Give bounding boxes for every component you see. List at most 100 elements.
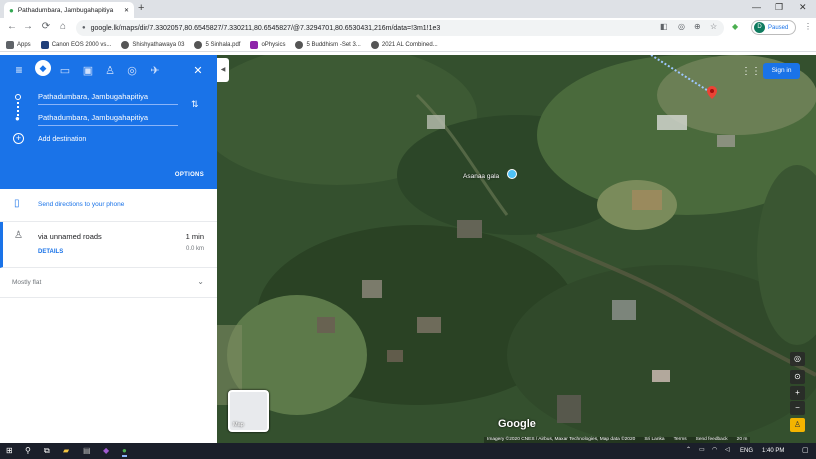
reload-button[interactable]: ⟳ xyxy=(40,21,52,32)
my-location-icon[interactable]: ⊙ xyxy=(790,370,805,384)
lock-icon: ● xyxy=(82,25,86,31)
bookmark-item[interactable]: Shishyathawaya 03 xyxy=(121,40,184,49)
translate-icon[interactable]: ◧ xyxy=(660,22,668,31)
satellite-map[interactable] xyxy=(217,55,816,443)
options-button[interactable]: OPTIONS xyxy=(175,172,204,178)
destination-pin-icon[interactable] xyxy=(707,86,717,99)
address-bar[interactable]: ● google.lk/maps/dir/7.3302057,80.654582… xyxy=(76,20,724,36)
elevation-row[interactable]: Mostly flat ⌄ xyxy=(0,268,217,298)
collapse-panel-button[interactable]: ◀ xyxy=(217,58,229,82)
directions-header: ≡ ◆ ▭ ▣ ♙ ◎ ✈ ✕ ● Pathadumbara, Jambugah… xyxy=(0,55,217,189)
bookmark-favicon-icon xyxy=(194,40,203,49)
search-icon[interactable]: ⚲ xyxy=(25,446,31,455)
visual-studio-icon[interactable]: ◆ xyxy=(103,446,109,455)
chevron-down-icon[interactable]: ⌄ xyxy=(197,277,204,286)
route-via: via unnamed roads xyxy=(38,232,102,241)
route-distance: 0.0 km xyxy=(185,246,204,252)
send-to-phone-link[interactable]: Send directions to your phone xyxy=(38,201,124,208)
profile-status: Paused xyxy=(768,24,789,31)
volume-icon[interactable]: ◁ xyxy=(725,446,730,453)
red-pin-icon xyxy=(707,86,717,99)
menu-icon[interactable]: ⋮ xyxy=(804,22,812,31)
pegman-icon[interactable]: ♙ xyxy=(790,418,805,432)
zoom-icon[interactable]: ⊕ xyxy=(694,22,701,31)
google-logo: Google xyxy=(498,418,536,430)
zoom-out-button[interactable]: − xyxy=(790,401,805,415)
file-explorer-icon[interactable]: ▰ xyxy=(63,446,69,455)
bookmark-item[interactable]: oPhysics xyxy=(250,40,285,49)
hamburger-menu-icon[interactable]: ≡ xyxy=(12,63,26,77)
back-button[interactable]: ← xyxy=(6,21,18,32)
browser-tab[interactable]: ● Pathadumbara, Jambugahapitiya ✕ xyxy=(4,2,134,18)
destination-input[interactable]: Pathadumbara, Jambugahapitiya xyxy=(38,113,178,126)
place-marker-icon[interactable] xyxy=(507,169,517,179)
swap-icon[interactable]: ⇅ xyxy=(191,99,199,110)
compass-icon[interactable]: ◎ xyxy=(790,352,805,366)
best-route-mode-icon[interactable]: ◆ xyxy=(35,60,51,76)
origin-input[interactable]: Pathadumbara, Jambugahapitiya xyxy=(38,92,178,105)
bookmark-item[interactable]: 5 Sinhala.pdf xyxy=(194,40,240,49)
zoom-in-button[interactable]: + xyxy=(790,386,805,400)
url-text: google.lk/maps/dir/7.3302057,80.6545827/… xyxy=(90,24,441,32)
bookmark-star-icon[interactable]: ☆ xyxy=(710,22,717,31)
details-link[interactable]: DETAILS xyxy=(38,249,63,255)
task-view-icon[interactable]: ⧉ xyxy=(44,446,50,456)
bookmark-favicon-icon xyxy=(40,40,49,49)
profile-button[interactable]: D Paused xyxy=(751,20,796,35)
minimap-label: Map xyxy=(233,422,244,428)
forward-button[interactable]: → xyxy=(22,21,34,32)
bookmark-favicon-icon xyxy=(295,40,304,49)
transit-mode-icon[interactable]: ▣ xyxy=(81,64,95,77)
location-icon[interactable]: ◎ xyxy=(678,22,685,31)
walk-icon: ♙ xyxy=(14,230,23,241)
destination-pin-icon: ● xyxy=(15,114,20,123)
app-icon[interactable]: ▤ xyxy=(83,446,91,455)
maps-favicon-icon: ● xyxy=(9,5,14,15)
add-destination-link[interactable]: Add destination xyxy=(38,136,86,143)
bookmark-favicon-icon xyxy=(121,40,130,49)
bookmark-favicon-icon xyxy=(250,40,259,49)
bookmarks-bar: Apps Canon EOS 2000 vs... Shishyathawaya… xyxy=(0,38,816,52)
add-destination-icon[interactable]: + xyxy=(13,133,24,144)
battery-icon[interactable]: ▭ xyxy=(699,446,705,453)
tab-title: Pathadumbara, Jambugahapitiya xyxy=(17,6,114,14)
tab-strip: ● Pathadumbara, Jambugahapitiya ✕ + — ❐ … xyxy=(0,0,816,18)
bookmark-item[interactable]: 2021 AL Combined... xyxy=(370,40,438,49)
language-indicator[interactable]: ENG xyxy=(740,448,753,454)
directions-panel: ≡ ◆ ▭ ▣ ♙ ◎ ✈ ✕ ● Pathadumbara, Jambugah… xyxy=(0,55,217,443)
bookmark-item[interactable]: 5 Buddhism -Set 3... xyxy=(295,40,361,49)
extension-icon[interactable]: ◆ xyxy=(732,22,738,31)
close-tab-icon[interactable]: ✕ xyxy=(124,7,129,14)
browser-toolbar: ← → ⟳ ⌂ ● google.lk/maps/dir/7.3302057,8… xyxy=(0,18,816,38)
chrome-taskbar-icon[interactable]: ● xyxy=(122,446,127,457)
satellite-imagery xyxy=(217,55,816,443)
send-to-phone-row[interactable]: ▯ Send directions to your phone xyxy=(0,189,217,222)
close-icon[interactable]: ✕ xyxy=(191,64,205,77)
bookmark-item[interactable]: Canon EOS 2000 vs... xyxy=(40,40,111,49)
bookmark-favicon-icon xyxy=(370,40,379,49)
notifications-icon[interactable]: ▢ xyxy=(802,446,809,454)
tray-chevron-icon[interactable]: ⌃ xyxy=(686,446,691,453)
map-layer-toggle[interactable]: Map xyxy=(228,390,269,432)
minimize-button[interactable]: — xyxy=(752,2,761,12)
windows-taskbar: ⊞ ⚲ ⧉ ▰ ▤ ◆ ● ⌃ ▭ ◠ ◁ ENG 1:40 PM ▢ xyxy=(0,443,816,459)
close-window-button[interactable]: ✕ xyxy=(799,2,807,13)
start-icon[interactable]: ⊞ xyxy=(6,446,13,455)
place-label[interactable]: Asanaa gala xyxy=(463,173,499,180)
network-icon[interactable]: ◠ xyxy=(712,446,717,453)
clock[interactable]: 1:40 PM xyxy=(762,448,784,454)
car-mode-icon[interactable]: ▭ xyxy=(58,64,72,77)
route-option[interactable]: ♙ via unnamed roads 1 min 0.0 km DETAILS xyxy=(0,222,217,268)
apps-grid-icon xyxy=(6,40,14,49)
phone-icon: ▯ xyxy=(14,198,20,209)
home-button[interactable]: ⌂ xyxy=(57,21,69,32)
walk-mode-icon[interactable]: ♙ xyxy=(103,64,117,77)
avatar: D xyxy=(754,22,765,33)
bike-mode-icon[interactable]: ◎ xyxy=(125,64,139,77)
sign-in-button[interactable]: Sign in xyxy=(763,63,800,79)
new-tab-button[interactable]: + xyxy=(138,2,144,14)
route-time: 1 min xyxy=(185,232,204,241)
bookmark-item[interactable]: Apps xyxy=(6,40,31,49)
flight-mode-icon[interactable]: ✈ xyxy=(148,64,162,77)
maximize-button[interactable]: ❐ xyxy=(775,2,783,13)
